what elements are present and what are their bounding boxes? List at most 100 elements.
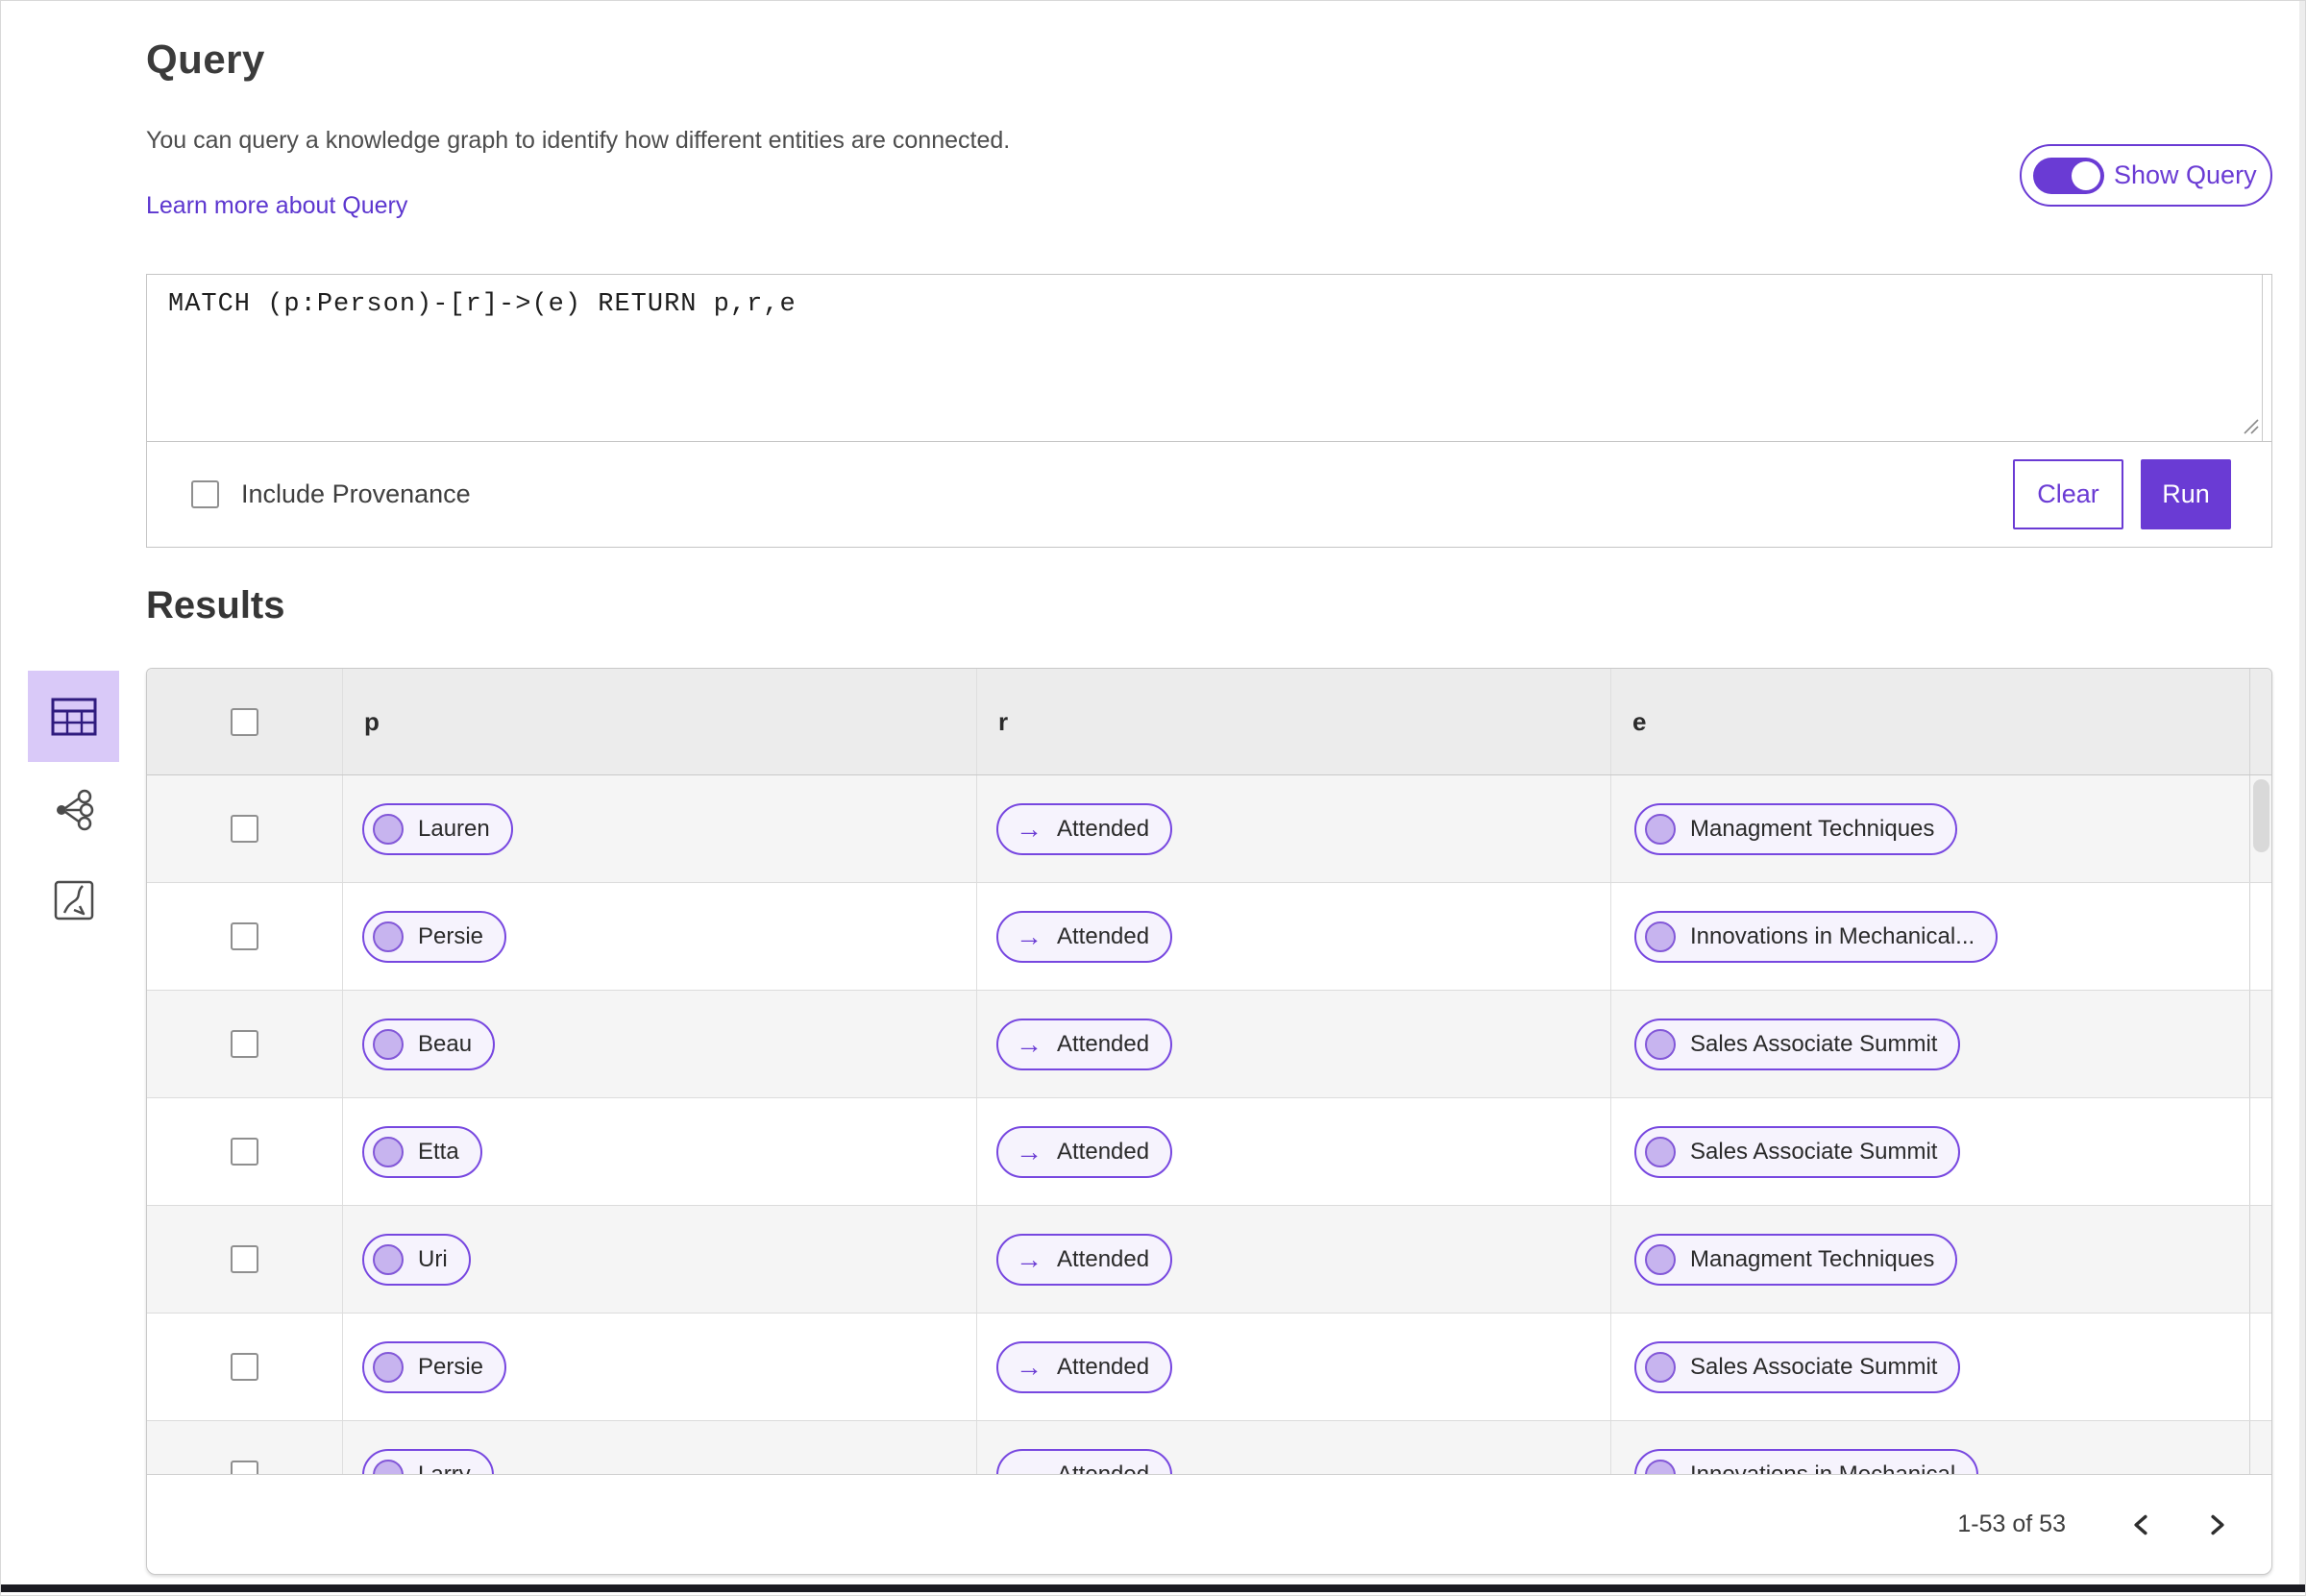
prev-page-button[interactable] xyxy=(2122,1506,2160,1544)
cell-p: Persie xyxy=(343,883,977,990)
entity-pill[interactable]: Lauren xyxy=(362,802,513,855)
entity-pill[interactable]: Persie xyxy=(362,910,507,963)
page-description: You can query a knowledge graph to ident… xyxy=(146,127,1011,154)
entity-pill[interactable]: Etta xyxy=(362,1125,482,1178)
node-icon xyxy=(1645,1028,1676,1060)
arrow-right-icon: → xyxy=(1016,813,1043,844)
next-page-button[interactable] xyxy=(2198,1506,2237,1544)
entity-pill[interactable]: Managment Techniques xyxy=(1634,802,1958,855)
clear-button[interactable]: Clear xyxy=(2013,459,2123,529)
chevron-right-icon xyxy=(2211,1514,2224,1535)
map-view-icon xyxy=(54,880,93,921)
row-select-cell xyxy=(147,1206,343,1313)
cell-e: Sales Associate Summit xyxy=(1611,991,2250,1097)
cell-r: → Attended xyxy=(977,883,1611,990)
map-view-tab[interactable] xyxy=(28,879,119,921)
query-textarea-wrap: MATCH (p:Person)-[r]->(e) RETURN p,r,e xyxy=(147,275,2271,442)
results-table-body: Lauren → Attended Managment Techniques P… xyxy=(147,775,2271,1474)
cell-p: Persie xyxy=(343,1314,977,1420)
row-select-cell xyxy=(147,775,343,882)
table-row: Persie → Attended Innovations in Mechani… xyxy=(147,883,2271,991)
entity-pill[interactable]: Uri xyxy=(362,1233,471,1286)
relation-pill[interactable]: → Attended xyxy=(996,1125,1173,1178)
column-header-r[interactable]: r xyxy=(977,669,1611,774)
cell-e: Sales Associate Summit xyxy=(1611,1098,2250,1205)
arrow-right-icon: → xyxy=(1016,1028,1043,1059)
cell-r: → Attended xyxy=(977,1206,1611,1313)
relation-pill[interactable]: → Attended xyxy=(996,910,1173,963)
arrow-right-icon: → xyxy=(1016,1459,1043,1474)
table-row: Persie → Attended Sales Associate Summit xyxy=(147,1314,2271,1421)
entity-pill[interactable]: Innovations in Mechanical xyxy=(1634,1448,1979,1474)
pagination-range: 1-53 of 53 xyxy=(1957,1510,2066,1537)
resize-handle-icon[interactable] xyxy=(2241,416,2260,435)
query-editor: MATCH (p:Person)-[r]->(e) RETURN p,r,e I… xyxy=(146,274,2272,548)
relation-pill[interactable]: → Attended xyxy=(996,1340,1173,1393)
table-view-tab[interactable] xyxy=(28,671,119,762)
relation-pill[interactable]: → Attended xyxy=(996,1233,1173,1286)
entity-pill[interactable]: Sales Associate Summit xyxy=(1634,1340,1961,1393)
row-select-cell xyxy=(147,991,343,1097)
select-all-cell xyxy=(147,669,343,774)
node-icon xyxy=(1645,1459,1676,1474)
entity-pill[interactable]: Persie xyxy=(362,1340,507,1393)
toggle-knob[interactable] xyxy=(2072,160,2100,190)
table-row: Uri → Attended Managment Techniques xyxy=(147,1206,2271,1314)
cell-r: → Attended xyxy=(977,1421,1611,1474)
node-icon xyxy=(1645,813,1676,845)
row-checkbox[interactable] xyxy=(231,1461,258,1474)
graph-view-icon xyxy=(56,789,93,831)
cell-e: Managment Techniques xyxy=(1611,1206,2250,1313)
toggle-switch-icon[interactable] xyxy=(2033,157,2104,194)
node-icon xyxy=(373,1243,404,1275)
cell-e: Managment Techniques xyxy=(1611,775,2250,882)
query-input[interactable]: MATCH (p:Person)-[r]->(e) RETURN p,r,e xyxy=(147,275,2263,441)
table-row: Etta → Attended Sales Associate Summit xyxy=(147,1098,2271,1206)
run-button[interactable]: Run xyxy=(2141,459,2231,529)
entity-pill[interactable]: Sales Associate Summit xyxy=(1634,1018,1961,1070)
table-scrollbar-thumb[interactable] xyxy=(2253,779,2269,852)
show-query-toggle[interactable]: Show Query xyxy=(2020,144,2272,207)
relation-pill[interactable]: → Attended xyxy=(996,1018,1173,1070)
include-provenance-checkbox[interactable] xyxy=(191,480,219,508)
results-title: Results xyxy=(146,584,285,626)
column-header-e[interactable]: e xyxy=(1611,669,2250,774)
cell-p: Etta xyxy=(343,1098,977,1205)
entity-pill[interactable]: Innovations in Mechanical... xyxy=(1634,910,1999,963)
column-header-p[interactable]: p xyxy=(343,669,977,774)
cell-p: Lauren xyxy=(343,775,977,882)
cell-p: Uri xyxy=(343,1206,977,1313)
graph-view-tab[interactable] xyxy=(28,789,119,831)
row-checkbox[interactable] xyxy=(231,1030,258,1058)
query-editor-footer: Include Provenance Clear Run xyxy=(147,442,2271,547)
results-table-header: p r e xyxy=(147,669,2271,775)
learn-more-link[interactable]: Learn more about Query xyxy=(146,192,407,220)
row-checkbox[interactable] xyxy=(231,922,258,950)
entity-pill[interactable]: Larry xyxy=(362,1448,494,1474)
entity-pill[interactable]: Sales Associate Summit xyxy=(1634,1125,1961,1178)
select-all-checkbox[interactable] xyxy=(231,707,258,736)
arrow-right-icon: → xyxy=(1016,921,1043,951)
results-view-switcher xyxy=(28,671,119,921)
row-select-cell xyxy=(147,1098,343,1205)
query-page: Query You can query a knowledge graph to… xyxy=(0,0,2306,1596)
relation-pill[interactable]: → Attended xyxy=(996,1448,1173,1474)
results-table-footer: 1-53 of 53 xyxy=(147,1474,2271,1574)
node-icon xyxy=(373,1028,404,1060)
row-checkbox[interactable] xyxy=(231,1245,258,1273)
row-select-cell xyxy=(147,883,343,990)
row-checkbox[interactable] xyxy=(231,1138,258,1166)
row-checkbox[interactable] xyxy=(231,1353,258,1381)
node-icon xyxy=(373,1351,404,1383)
cell-e: Innovations in Mechanical xyxy=(1611,1421,2250,1474)
relation-pill[interactable]: → Attended xyxy=(996,802,1173,855)
row-checkbox[interactable] xyxy=(231,815,258,843)
page-scrollbar-track[interactable] xyxy=(2299,0,2306,1584)
node-icon xyxy=(1645,1351,1676,1383)
cell-e: Sales Associate Summit xyxy=(1611,1314,2250,1420)
entity-pill[interactable]: Managment Techniques xyxy=(1634,1233,1958,1286)
entity-pill[interactable]: Beau xyxy=(362,1018,496,1070)
page-title: Query xyxy=(146,37,265,82)
cell-r: → Attended xyxy=(977,1314,1611,1420)
cell-r: → Attended xyxy=(977,1098,1611,1205)
